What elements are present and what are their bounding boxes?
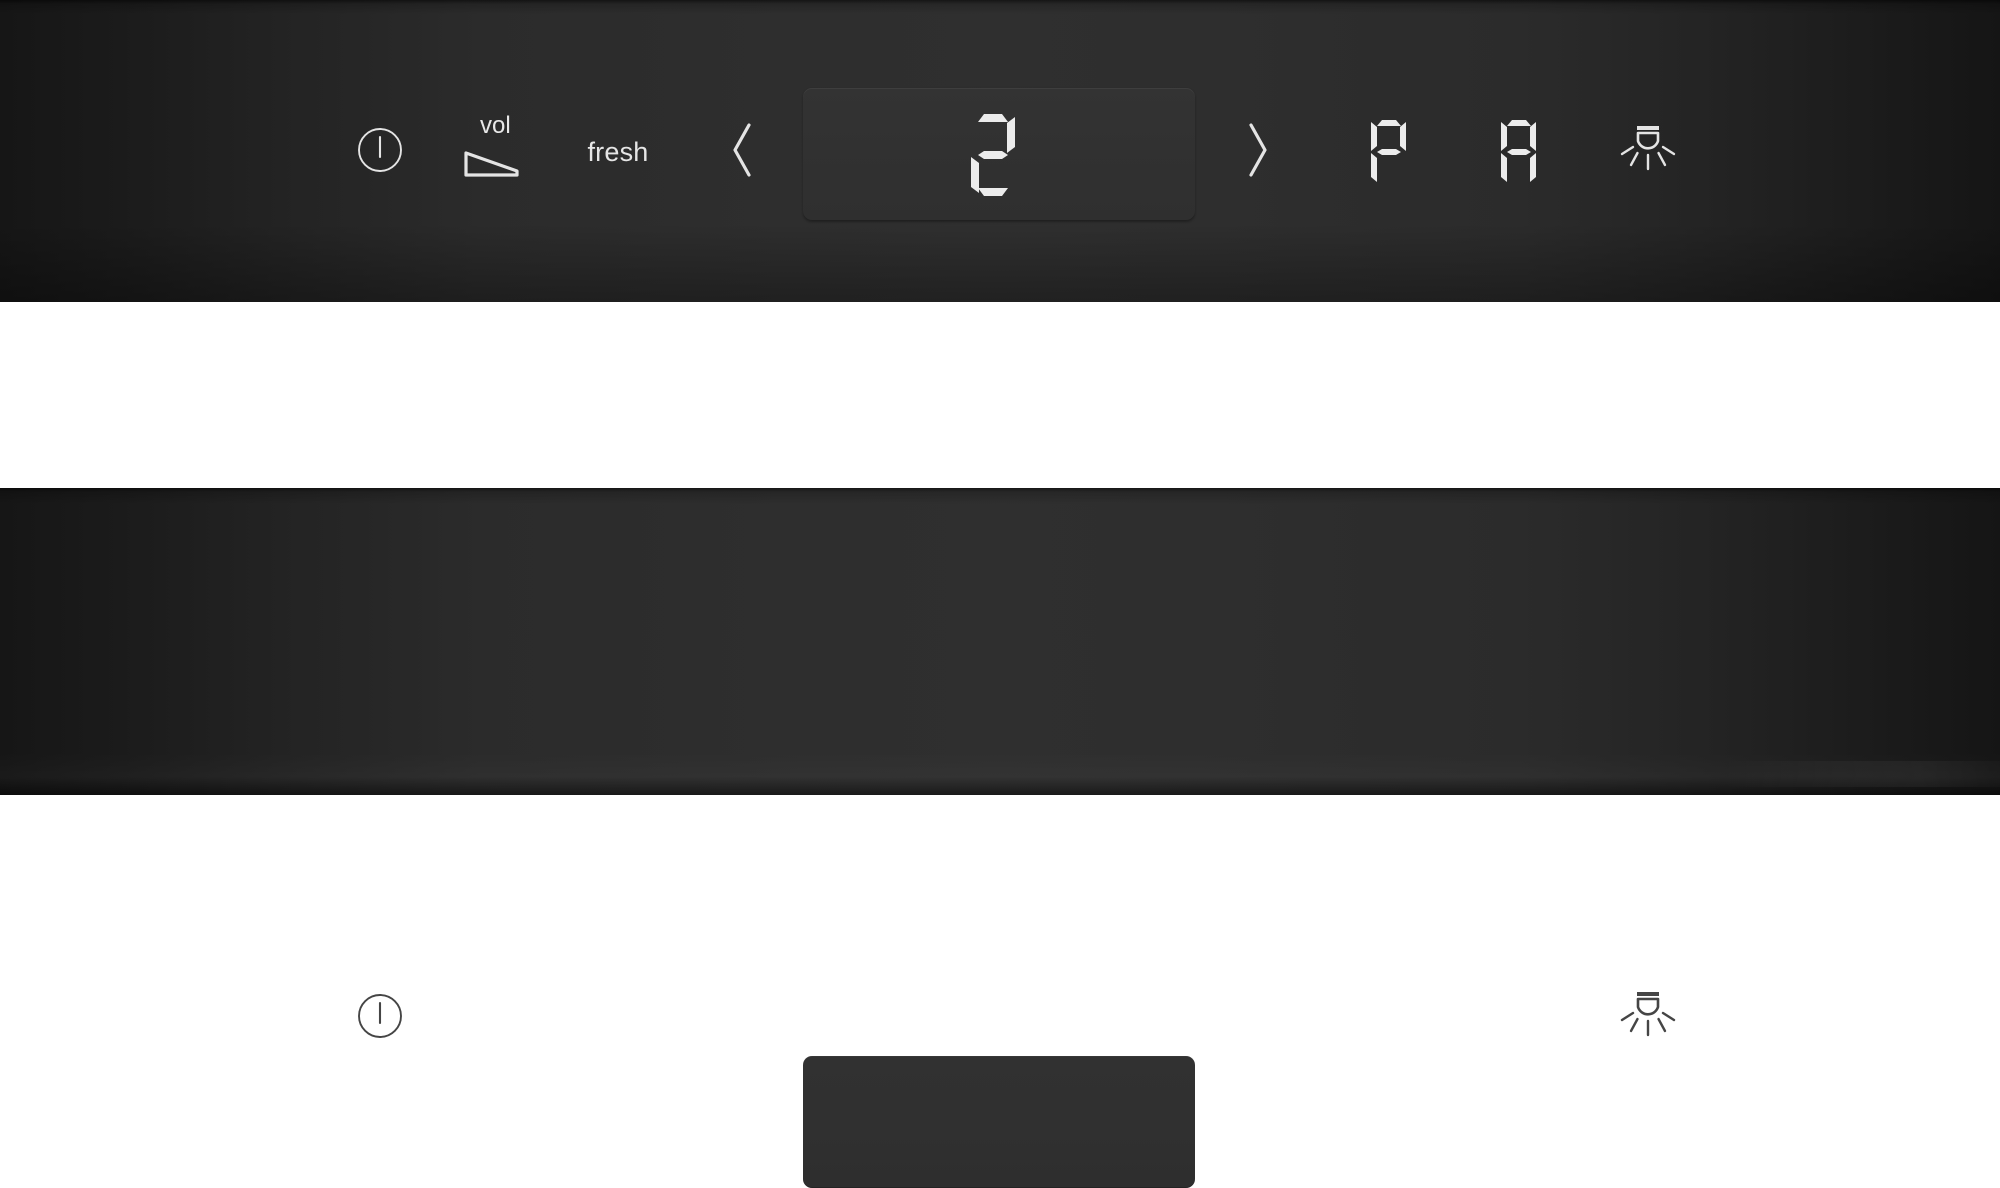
chevron-right-icon — [1243, 121, 1273, 184]
seven-segment-p-icon — [1371, 120, 1406, 184]
power-icon — [356, 992, 404, 1045]
lamp-icon — [1620, 121, 1676, 184]
top-control-panel: vol fresh — [0, 0, 2000, 302]
power-icon — [356, 126, 404, 179]
light-button[interactable] — [1618, 92, 1678, 212]
power-button[interactable] — [350, 958, 410, 1078]
bottom-edge-sheen — [0, 761, 2000, 787]
program-button[interactable] — [1358, 92, 1418, 212]
bottom-panel-shading — [0, 488, 2000, 795]
light-button[interactable] — [1618, 958, 1678, 1078]
bottom-button-row — [0, 958, 2000, 1078]
lamp-icon — [1620, 987, 1676, 1050]
fresh-button[interactable]: fresh — [568, 92, 668, 212]
appliance-control-panel: vol fresh — [0, 0, 2000, 1188]
seven-segment-a-icon — [1501, 120, 1536, 184]
display-digit-blank — [971, 1082, 1015, 1164]
volume-label: vol — [480, 112, 511, 139]
next-button[interactable] — [1228, 92, 1288, 212]
volume-button[interactable]: vol — [450, 92, 540, 212]
power-button[interactable] — [350, 92, 410, 212]
panel-gap — [0, 302, 2000, 488]
chevron-left-icon — [727, 121, 757, 184]
top-button-row: vol fresh — [0, 92, 2000, 212]
auto-button[interactable] — [1488, 92, 1548, 212]
fresh-label: fresh — [587, 136, 649, 167]
bottom-control-panel — [0, 488, 2000, 1188]
previous-button[interactable] — [712, 92, 772, 212]
volume-wedge-icon: vol — [463, 114, 527, 190]
